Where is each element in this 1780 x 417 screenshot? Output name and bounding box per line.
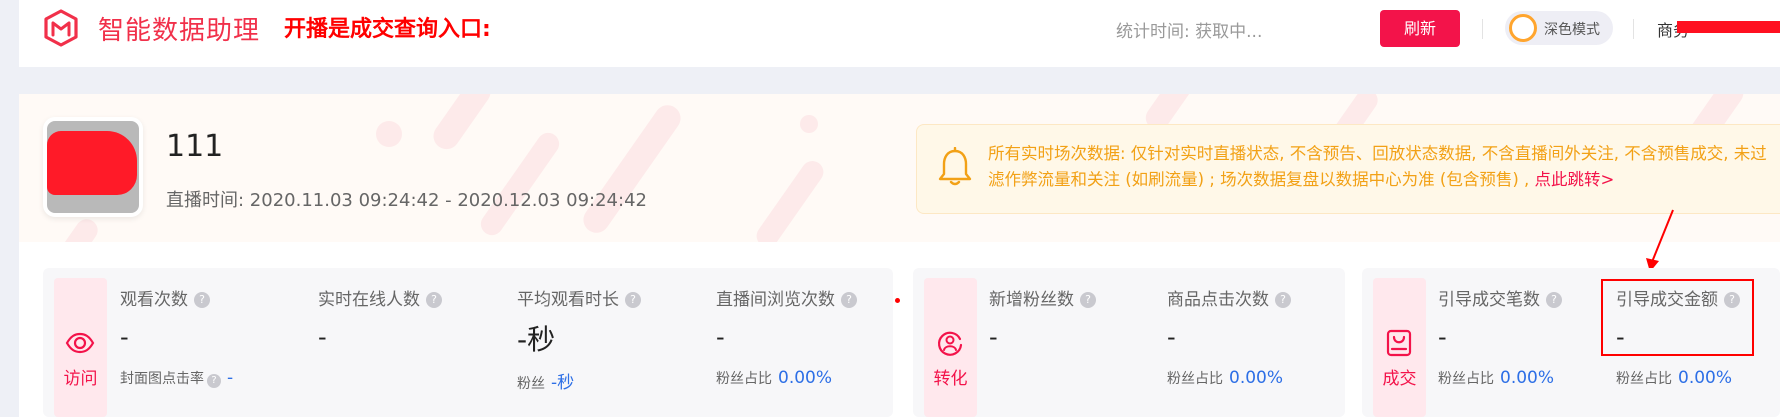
redaction-mark [47, 131, 137, 195]
category-label: 访问 [63, 369, 98, 389]
logo-icon [44, 9, 78, 47]
top-header: 智能数据助理 开播是成交查询入口: 统计时间: 获取中... 刷新 深色模式 商… [19, 0, 1780, 67]
dark-mode-label: 深色模式 [1544, 22, 1600, 38]
metric-label: 引导成交笔数 [1438, 290, 1540, 310]
refresh-user-icon [937, 331, 963, 356]
entry-annotation: 开播是成交查询入口: [284, 17, 491, 42]
help-icon[interactable]: ? [194, 292, 210, 308]
notice-jump-link[interactable]: 点此跳转> [1535, 170, 1615, 189]
room-banner: 111 直播时间: 2020.11.03 09:24:42 - 2020.12.… [19, 94, 1780, 242]
sub-label: 粉丝占比 [716, 371, 772, 387]
metric-label: 观看次数 [120, 290, 188, 310]
redaction-mark [1677, 21, 1780, 33]
notice-banner: 所有实时场次数据: 仅针对实时直播状态, 不含预告、回放状态数据, 不含直播间外… [916, 124, 1780, 214]
conversion-metrics-group: 转化 新增粉丝数? - 商品点击次数? - 粉丝占比 0.00% [913, 268, 1345, 417]
sub-label: 粉丝 [517, 376, 545, 392]
metric-value: - [318, 323, 327, 351]
sub-label: 粉丝占比 [1167, 371, 1223, 387]
sub-label: 粉丝占比 [1616, 371, 1672, 387]
metric-label: 新增粉丝数 [989, 290, 1074, 310]
sub-value: 0.00% [1678, 368, 1733, 388]
live-time: 直播时间: 2020.11.03 09:24:42 - 2020.12.03 0… [166, 190, 647, 211]
metric-value: - [989, 323, 998, 351]
notice-text: 所有实时场次数据: 仅针对实时直播状态, 不含预告、回放状态数据, 不含直播间外… [988, 141, 1778, 193]
help-icon[interactable]: ? [426, 292, 442, 308]
category-deal: 成交 [1373, 278, 1426, 417]
toggle-knob [1509, 14, 1537, 42]
category-label: 转化 [933, 369, 968, 389]
metric-value: - [1438, 323, 1447, 351]
metric-value: - [716, 323, 725, 351]
bag-icon [1386, 329, 1412, 357]
dark-mode-toggle[interactable]: 深色模式 [1505, 11, 1613, 45]
account-menu[interactable]: 商务 [1657, 17, 1780, 41]
sub-label: 粉丝占比 [1438, 371, 1494, 387]
sub-label: 封面图点击率 [120, 371, 204, 387]
sub-value: 0.00% [1500, 368, 1555, 388]
notice-body: 所有实时场次数据: 仅针对实时直播状态, 不含预告、回放状态数据, 不含直播间外… [988, 144, 1767, 189]
category-conversion: 转化 [924, 278, 977, 417]
category-visit: 访问 [54, 278, 107, 417]
annotation-highlight-box [1601, 279, 1754, 356]
help-icon[interactable]: ? [1546, 292, 1562, 308]
metric-label: 商品点击次数 [1167, 290, 1269, 310]
visit-metrics-group: 访问 观看次数? - 封面图点击率? - 实时在线人数? - 平均观看时长? -秒… [43, 268, 893, 417]
app-title: 智能数据助理 [98, 16, 261, 46]
sub-value: - [227, 368, 234, 388]
metric-value: - [1167, 323, 1176, 351]
room-name: 111 [166, 129, 224, 164]
category-label: 成交 [1382, 369, 1417, 389]
help-icon[interactable]: ? [207, 374, 221, 388]
help-icon[interactable]: ? [841, 292, 857, 308]
annotation-arrow-icon [1646, 209, 1674, 272]
metric-label: 实时在线人数 [318, 290, 420, 310]
annotation-dot [895, 298, 900, 303]
metric-label: 直播间浏览次数 [716, 290, 835, 310]
streamer-avatar [43, 117, 143, 217]
help-icon[interactable]: ? [625, 292, 641, 308]
eye-icon [65, 332, 95, 354]
sub-value: 0.00% [1229, 368, 1284, 388]
divider [1633, 19, 1634, 39]
metric-value: -秒 [517, 323, 556, 356]
sub-value: 0.00% [778, 368, 833, 388]
refresh-button[interactable]: 刷新 [1380, 10, 1460, 47]
help-icon[interactable]: ? [1080, 292, 1096, 308]
divider [1482, 19, 1483, 39]
metric-value: - [120, 323, 129, 351]
help-icon[interactable]: ? [1275, 292, 1291, 308]
stat-time: 统计时间: 获取中... [1116, 22, 1263, 42]
sub-value: -秒 [551, 373, 575, 393]
bell-icon [938, 147, 972, 186]
metric-label: 平均观看时长 [517, 290, 619, 310]
